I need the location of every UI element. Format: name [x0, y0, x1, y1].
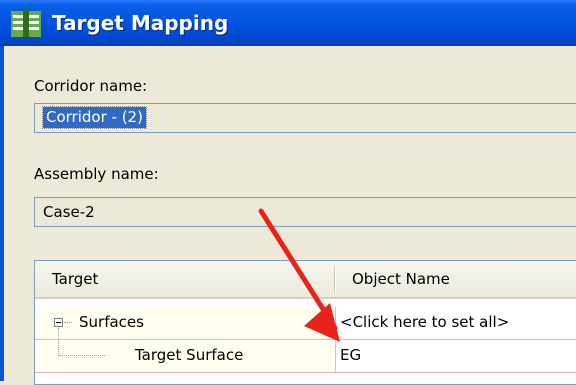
tree-connector: [59, 355, 105, 357]
app-icon: [11, 9, 41, 37]
corridor-name-value: Corridor - (2): [42, 106, 147, 129]
target-mapping-grid: Target Object Name Surfaces <Click here …: [34, 260, 576, 385]
object-name-cell[interactable]: <Click here to set all>: [335, 307, 576, 339]
grid-row-target-surface[interactable]: Target Surface EG: [35, 328, 576, 372]
object-name-cell[interactable]: EG: [335, 340, 576, 372]
grid-header: Target Object Name: [35, 261, 576, 299]
corridor-name-label: Corridor name:: [34, 77, 148, 95]
target-cell: Surfaces: [35, 307, 335, 339]
corridor-name-field[interactable]: Corridor - (2): [34, 103, 576, 133]
tree-connector: [64, 322, 72, 324]
column-separator[interactable]: [334, 266, 335, 292]
target-cell: Target Surface: [35, 328, 335, 372]
target-label: Target Surface: [135, 346, 244, 364]
column-header-object-name[interactable]: Object Name: [352, 261, 450, 297]
collapse-icon[interactable]: [54, 318, 63, 327]
assembly-name-value: Case-2: [43, 203, 95, 221]
window-title: Target Mapping: [52, 11, 229, 35]
object-name-value: EG: [340, 346, 362, 364]
title-bar[interactable]: Target Mapping: [0, 0, 576, 46]
window-border: [0, 46, 4, 381]
target-label: Surfaces: [79, 313, 144, 331]
assembly-name-field[interactable]: Case-2: [34, 197, 576, 227]
assembly-name-label: Assembly name:: [34, 165, 159, 183]
column-header-target[interactable]: Target: [52, 261, 98, 297]
tree-connector: [58, 328, 60, 356]
row-divider: [35, 372, 576, 373]
object-name-value: <Click here to set all>: [340, 313, 510, 331]
grid-row-surfaces[interactable]: Surfaces <Click here to set all>: [35, 307, 576, 339]
